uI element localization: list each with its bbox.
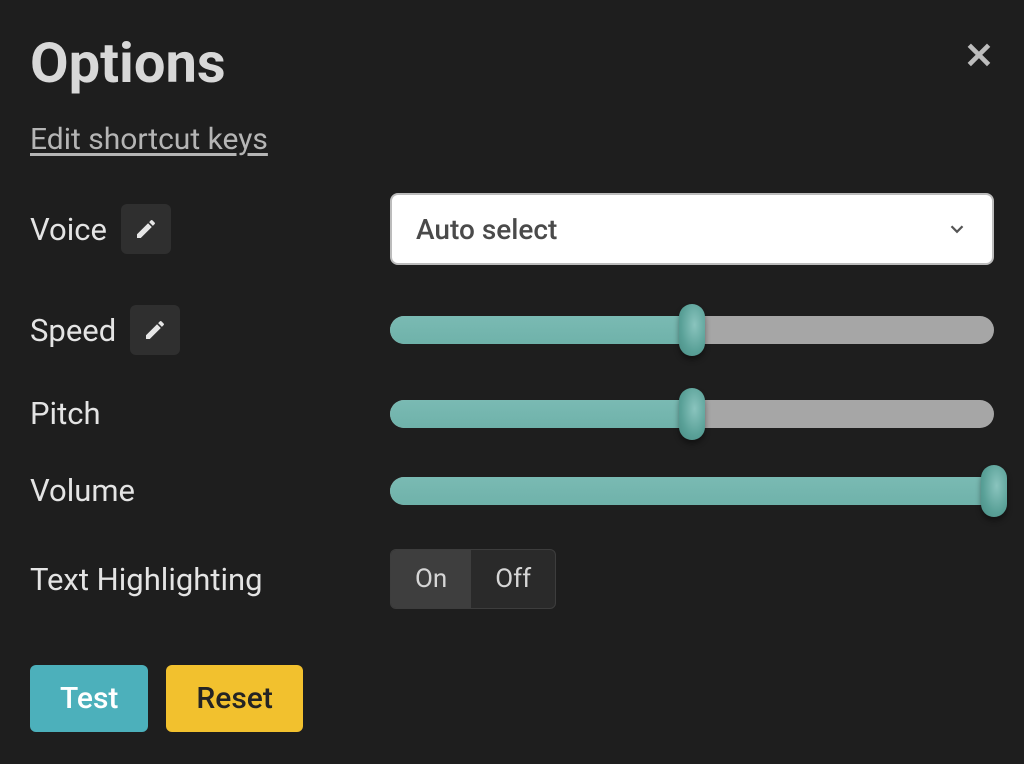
voice-select-value: Auto select (416, 213, 557, 246)
speed-edit-button[interactable] (130, 305, 180, 355)
speed-label-col: Speed (30, 305, 390, 355)
slider-thumb[interactable] (679, 304, 705, 356)
slider-fill (390, 400, 692, 428)
voice-edit-button[interactable] (121, 204, 171, 254)
highlighting-on-button[interactable]: On (391, 550, 471, 608)
volume-label-col: Volume (30, 472, 390, 509)
speed-row: Speed (30, 305, 994, 355)
edit-shortcut-keys-link[interactable]: Edit shortcut keys (30, 122, 268, 157)
slider-thumb[interactable] (981, 465, 1007, 517)
highlighting-toggle: On Off (390, 549, 556, 609)
text-highlighting-control: On Off (390, 549, 994, 609)
test-button[interactable]: Test (30, 665, 148, 732)
slider-thumb[interactable] (679, 388, 705, 440)
highlighting-off-button[interactable]: Off (471, 550, 555, 608)
pitch-slider[interactable] (390, 396, 994, 432)
pitch-row: Pitch (30, 395, 994, 432)
volume-label: Volume (30, 472, 135, 509)
slider-fill (390, 316, 692, 344)
chevron-down-icon (946, 218, 968, 240)
speed-control (390, 312, 994, 348)
voice-row: Voice Auto select (30, 193, 994, 265)
pitch-label: Pitch (30, 395, 101, 432)
text-highlighting-label: Text Highlighting (30, 561, 263, 598)
pencil-icon (134, 217, 158, 241)
volume-control (390, 473, 994, 509)
volume-slider[interactable] (390, 473, 994, 509)
voice-select[interactable]: Auto select (390, 193, 994, 265)
pitch-control (390, 396, 994, 432)
panel-title: Options (30, 30, 994, 96)
voice-control: Auto select (390, 193, 994, 265)
voice-label-col: Voice (30, 204, 390, 254)
reset-button[interactable]: Reset (166, 665, 302, 732)
pitch-label-col: Pitch (30, 395, 390, 432)
pencil-icon (143, 318, 167, 342)
speed-slider[interactable] (390, 312, 994, 348)
slider-fill (390, 477, 994, 505)
text-highlighting-row: Text Highlighting On Off (30, 549, 994, 609)
close-button[interactable]: ✕ (964, 38, 994, 74)
options-panel: ✕ Options Edit shortcut keys Voice Auto … (0, 0, 1024, 764)
text-highlighting-label-col: Text Highlighting (30, 561, 390, 598)
footer-buttons: Test Reset (30, 665, 994, 732)
speed-label: Speed (30, 312, 116, 349)
volume-row: Volume (30, 472, 994, 509)
voice-label: Voice (30, 211, 107, 248)
close-icon: ✕ (964, 35, 994, 77)
